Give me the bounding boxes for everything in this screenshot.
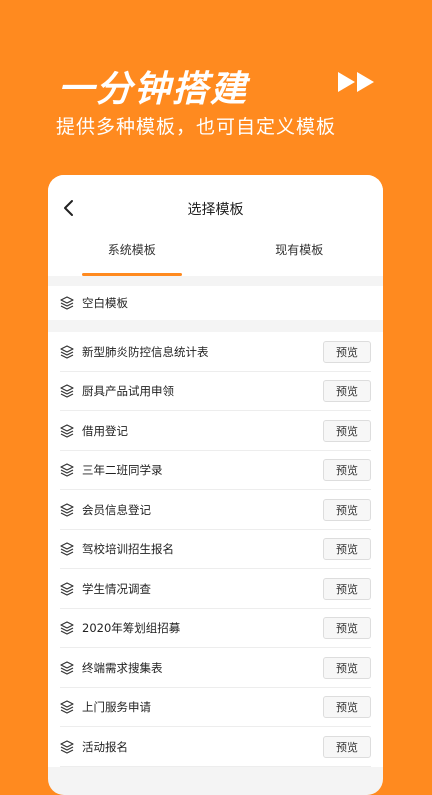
list-item[interactable]: 上门服务申请 预览 (48, 688, 383, 728)
list-item[interactable]: 三年二班同学录 预览 (48, 451, 383, 491)
tab-existing-templates[interactable]: 现有模板 (216, 241, 384, 276)
layers-icon (60, 621, 74, 635)
hero-title: 一分钟搭建 (58, 69, 249, 110)
nav-bar: 选择模板 (48, 175, 383, 241)
layers-icon (60, 384, 74, 398)
template-label: 学生情况调查 (82, 581, 151, 596)
template-list: 新型肺炎防控信息统计表 预览 厨具产品试用申领 预览 借用登记 预览 三年二班同… (48, 332, 383, 767)
template-label: 活动报名 (82, 739, 128, 754)
preview-button[interactable]: 预览 (323, 735, 371, 758)
preview-button[interactable]: 预览 (323, 538, 371, 561)
blank-template-item[interactable]: 空白模板 (48, 286, 383, 320)
preview-button[interactable]: 预览 (323, 577, 371, 600)
layers-icon (60, 345, 74, 359)
hero-subtitle: 提供多种模板，也可自定义模板 (56, 116, 337, 138)
tab-system-templates[interactable]: 系统模板 (48, 241, 216, 276)
layers-icon (60, 296, 74, 310)
preview-button[interactable]: 预览 (323, 340, 371, 363)
list-item[interactable]: 2020年筹划组招募 预览 (48, 609, 383, 649)
template-label: 上门服务申请 (82, 700, 151, 715)
template-label: 驾校培训招生报名 (82, 542, 174, 557)
layers-icon (60, 700, 74, 714)
tab-label: 系统模板 (107, 243, 156, 257)
list-item[interactable]: 驾校培训招生报名 预览 (48, 530, 383, 570)
fast-forward-icon (338, 72, 374, 92)
template-label: 借用登记 (82, 423, 128, 438)
layers-icon (60, 740, 74, 754)
preview-button[interactable]: 预览 (323, 380, 371, 403)
list-item[interactable]: 活动报名 预览 (48, 727, 383, 767)
preview-button[interactable]: 预览 (323, 459, 371, 482)
preview-button[interactable]: 预览 (323, 696, 371, 719)
preview-button[interactable]: 预览 (323, 617, 371, 640)
layers-icon (60, 661, 74, 675)
template-label: 空白模板 (82, 296, 128, 310)
list-item[interactable]: 新型肺炎防控信息统计表 预览 (48, 332, 383, 372)
template-label: 2020年筹划组招募 (82, 621, 181, 636)
layers-icon (60, 542, 74, 556)
list-item[interactable]: 厨具产品试用申领 预览 (48, 372, 383, 412)
list-item[interactable]: 借用登记 预览 (48, 411, 383, 451)
template-label: 新型肺炎防控信息统计表 (82, 344, 209, 359)
template-label: 三年二班同学录 (82, 463, 163, 478)
preview-button[interactable]: 预览 (323, 419, 371, 442)
phone-screen: 选择模板 系统模板 现有模板 空白模板 新型肺炎防控信息统计表 预览 厨具产品试… (48, 175, 383, 795)
page-title: 选择模板 (187, 202, 244, 218)
layers-icon (60, 463, 74, 477)
preview-button[interactable]: 预览 (323, 656, 371, 679)
tab-bar: 系统模板 现有模板 (48, 241, 383, 276)
tab-label: 现有模板 (275, 243, 324, 257)
template-label: 会员信息登记 (82, 502, 151, 517)
list-item[interactable]: 学生情况调查 预览 (48, 569, 383, 609)
template-label: 厨具产品试用申领 (82, 384, 174, 399)
layers-icon (60, 424, 74, 438)
template-label: 终端需求搜集表 (82, 660, 163, 675)
list-item[interactable]: 会员信息登记 预览 (48, 490, 383, 530)
layers-icon (60, 582, 74, 596)
preview-button[interactable]: 预览 (323, 498, 371, 521)
layers-icon (60, 503, 74, 517)
list-item[interactable]: 终端需求搜集表 预览 (48, 648, 383, 688)
